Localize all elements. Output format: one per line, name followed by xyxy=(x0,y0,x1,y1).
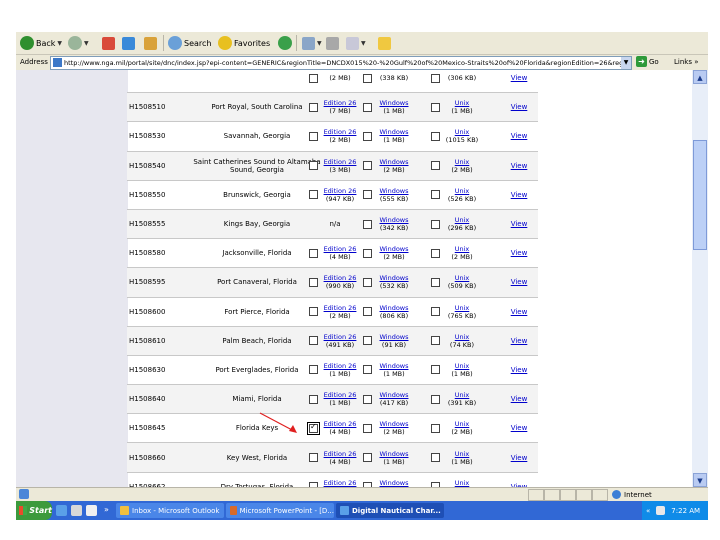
home-icon xyxy=(144,36,157,50)
mail-icon xyxy=(302,36,315,50)
address-label: Address xyxy=(20,58,48,66)
page-content: (2 MB) (338 KB) (306 KB) View H1508510 Port R… xyxy=(16,70,692,487)
go-button[interactable]: ➜ Go xyxy=(636,56,659,67)
start-button[interactable]: Start xyxy=(16,501,52,520)
tray-chevron[interactable]: « xyxy=(646,507,650,515)
refresh-button[interactable] xyxy=(122,35,135,51)
browser-window: Back ▼ ▼ Search Favorites ▼ ▼ Address ht… xyxy=(16,32,708,520)
powerpoint-icon xyxy=(230,506,237,515)
toolbar-divider xyxy=(163,35,164,51)
status-pane xyxy=(528,489,544,501)
quicklaunch-media-icon[interactable] xyxy=(86,505,97,516)
forward-button[interactable]: ▼ xyxy=(68,35,89,51)
favorites-button[interactable]: Favorites xyxy=(218,35,270,51)
links-toolbar[interactable]: Links » xyxy=(674,58,699,66)
folder-icon xyxy=(378,36,391,50)
status-pane xyxy=(592,489,608,501)
back-button[interactable]: Back ▼ xyxy=(20,35,62,51)
security-zone: Internet xyxy=(612,490,652,499)
quicklaunch-ie-icon[interactable] xyxy=(56,505,67,516)
mail-button[interactable]: ▼ xyxy=(302,35,322,51)
vertical-scrollbar[interactable]: ▲ ▼ xyxy=(692,70,708,487)
status-pane xyxy=(544,489,560,501)
home-button[interactable] xyxy=(144,35,157,51)
address-url: http://www.nga.mil/portal/site/dnc/index… xyxy=(64,59,632,67)
star-icon xyxy=(218,36,232,50)
refresh-icon xyxy=(122,36,135,50)
annotation-arrow-line xyxy=(259,412,295,432)
edit-icon xyxy=(346,36,359,50)
print-icon xyxy=(326,36,339,50)
status-bar: Internet xyxy=(16,487,708,501)
messenger-button[interactable] xyxy=(378,35,391,51)
back-arrow-icon xyxy=(20,36,34,50)
chevron-down-icon: ▼ xyxy=(57,39,63,47)
history-button[interactable] xyxy=(278,35,292,51)
quicklaunch-desktop-icon[interactable] xyxy=(71,505,82,516)
stop-icon xyxy=(102,36,115,50)
task-outlook[interactable]: Inbox - Microsoft Outlook xyxy=(116,503,224,518)
ie-page-icon xyxy=(340,506,349,515)
task-digital-nautical-charts[interactable]: Digital Nautical Char... xyxy=(336,503,444,518)
status-pane xyxy=(560,489,576,501)
status-pane xyxy=(576,489,592,501)
taskbar: Start » Inbox - Microsoft Outlook Micros… xyxy=(16,501,708,520)
stop-button[interactable] xyxy=(102,35,115,51)
search-icon xyxy=(168,36,182,50)
edit-button[interactable]: ▼ xyxy=(346,35,366,51)
system-tray: « 7:22 AM xyxy=(642,501,708,520)
browser-toolbar: Back ▼ ▼ Search Favorites ▼ ▼ xyxy=(16,32,708,55)
globe-icon xyxy=(612,490,621,499)
chevron-down-icon: ▼ xyxy=(317,39,322,47)
toolbar-divider xyxy=(296,35,297,51)
page-status-icon xyxy=(19,489,29,499)
scroll-down-button[interactable]: ▼ xyxy=(693,473,707,487)
clock: 7:22 AM xyxy=(671,506,701,515)
scroll-thumb[interactable] xyxy=(693,140,707,250)
search-button[interactable]: Search xyxy=(168,35,211,51)
quicklaunch-chevron[interactable]: » xyxy=(104,505,109,514)
history-icon xyxy=(278,36,292,50)
go-arrow-icon: ➜ xyxy=(636,56,647,67)
print-button[interactable] xyxy=(326,35,339,51)
outlook-icon xyxy=(120,506,129,515)
forward-arrow-icon xyxy=(68,36,82,50)
scroll-up-button[interactable]: ▲ xyxy=(693,70,707,84)
tray-icon[interactable] xyxy=(656,506,666,515)
address-input[interactable]: http://www.nga.mil/portal/site/dnc/index… xyxy=(50,56,632,70)
windows-logo-icon xyxy=(19,506,28,515)
annotation-arrow xyxy=(259,412,297,433)
address-bar: Address http://www.nga.mil/portal/site/d… xyxy=(16,55,708,70)
page-viewport: (2 MB) (338 KB) (306 KB) View H1508510 Port R… xyxy=(16,70,692,487)
task-powerpoint[interactable]: Microsoft PowerPoint - [D... xyxy=(226,503,334,518)
chevron-down-icon: ▼ xyxy=(84,39,89,47)
page-icon xyxy=(53,58,62,67)
chevron-down-icon: ▼ xyxy=(361,39,366,47)
chevron-down-icon[interactable]: ▼ xyxy=(621,57,631,69)
